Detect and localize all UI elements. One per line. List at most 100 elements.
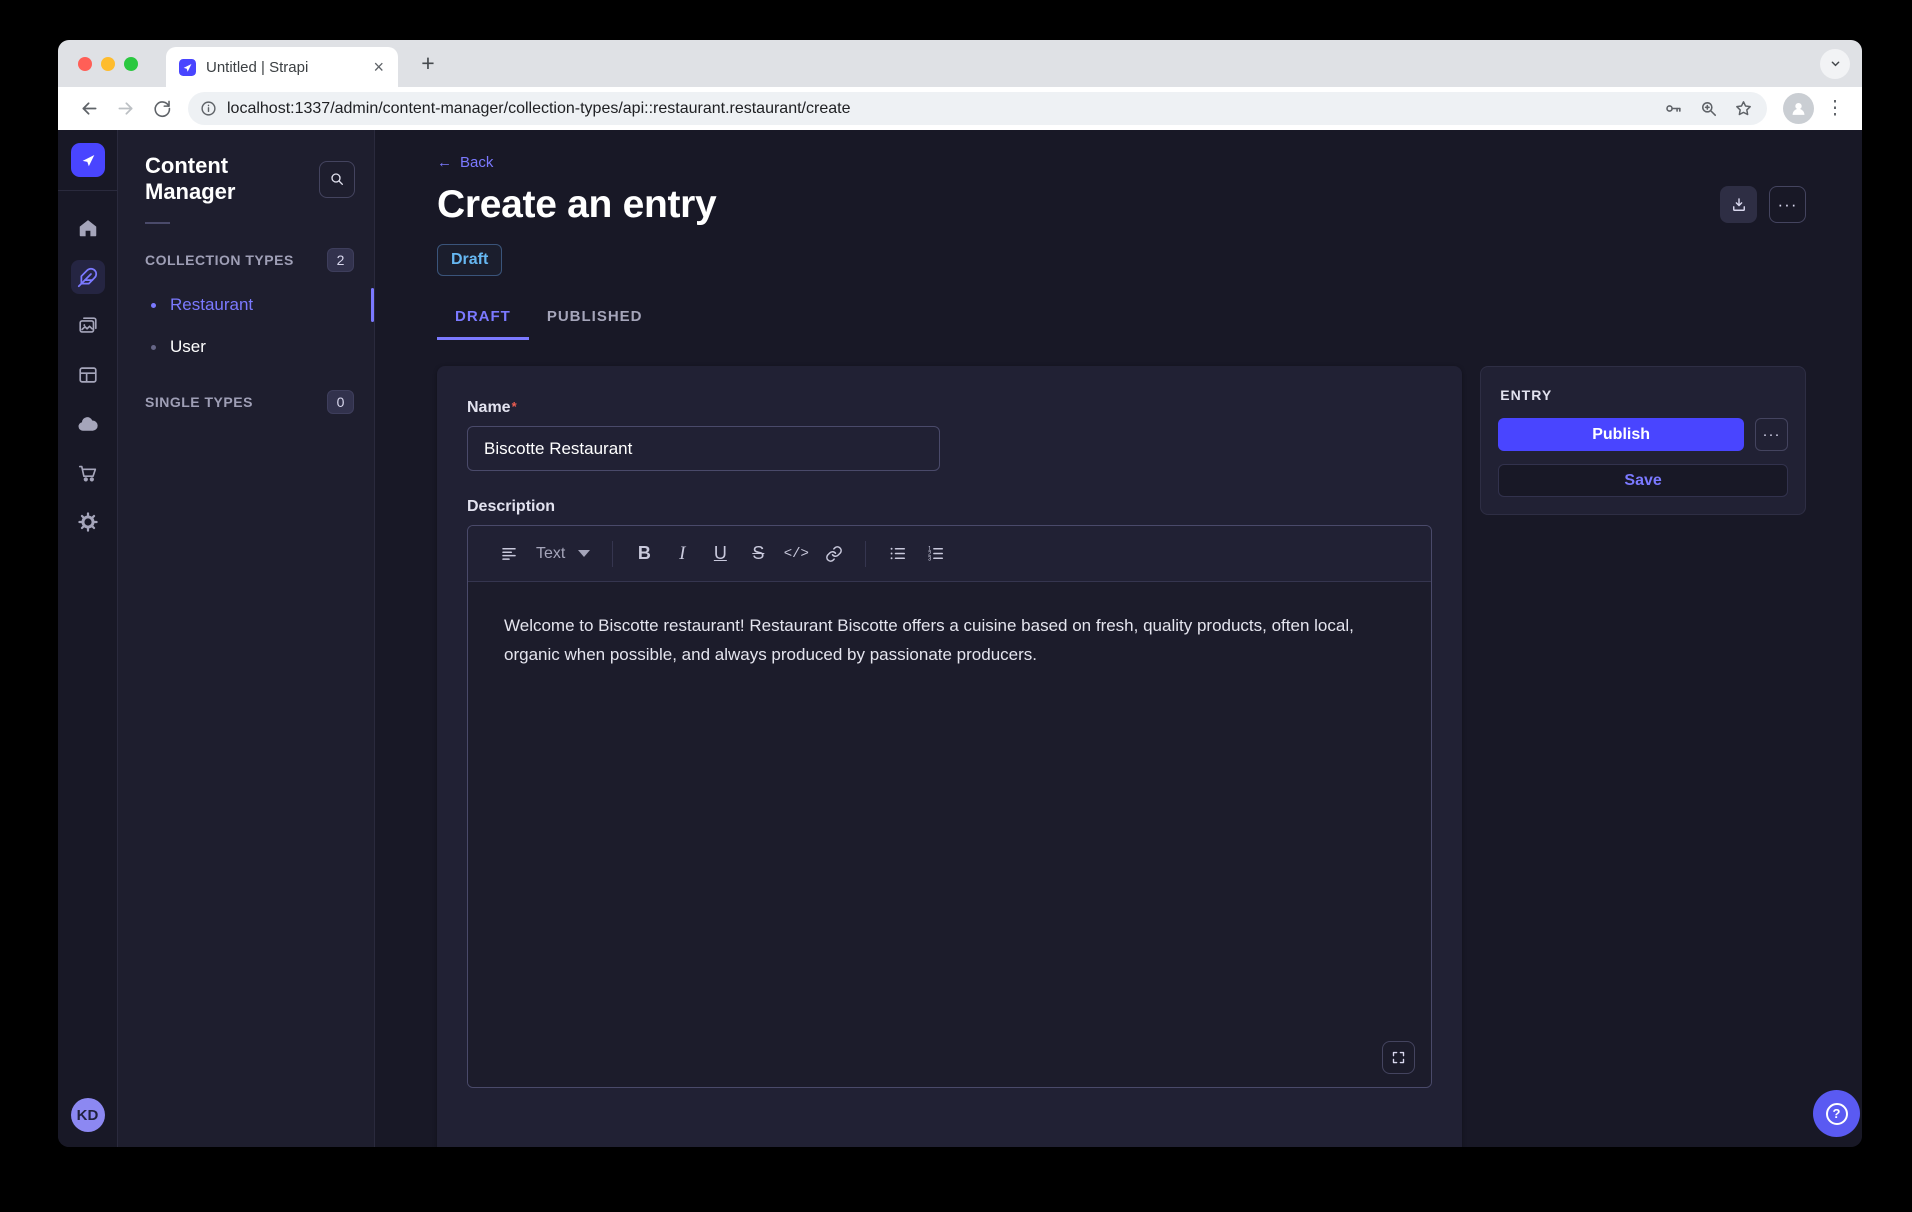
version-tabs: DRAFT PUBLISHED (437, 298, 1806, 340)
minimize-window-button[interactable] (101, 57, 115, 71)
description-editor: Text B I U S </> (467, 525, 1432, 1088)
strikethrough-button[interactable]: S (739, 536, 777, 572)
back-link[interactable]: ← Back (437, 154, 493, 171)
tab-strip: Untitled | Strapi × + (58, 40, 1862, 87)
editor-toolbar: Text B I U S </> (468, 526, 1431, 582)
tab-published[interactable]: PUBLISHED (529, 298, 661, 340)
back-link-label: Back (460, 154, 493, 171)
single-types-count-badge: 0 (327, 390, 354, 414)
description-text[interactable]: Welcome to Biscotte restaurant! Restaura… (504, 611, 1395, 669)
bullet-icon (151, 345, 156, 350)
user-avatar[interactable]: KD (71, 1098, 105, 1132)
toolbar-divider (865, 541, 866, 567)
help-button[interactable]: ? (1813, 1090, 1860, 1137)
tab-draft[interactable]: DRAFT (437, 298, 529, 340)
question-mark-icon: ? (1826, 1103, 1848, 1125)
bold-button[interactable]: B (625, 536, 663, 572)
tab-search-button[interactable] (1820, 49, 1850, 79)
link-button[interactable] (815, 536, 853, 572)
sidebar-item-user[interactable]: User (118, 326, 374, 368)
browser-tab[interactable]: Untitled | Strapi × (166, 47, 398, 87)
paragraph-style-icon[interactable] (490, 536, 528, 572)
home-icon (77, 217, 99, 239)
header-more-button[interactable]: ··· (1769, 186, 1806, 223)
page-title: Create an entry (437, 182, 716, 228)
publish-button[interactable]: Publish (1498, 418, 1744, 451)
text-style-dropdown[interactable]: Text (536, 545, 590, 563)
back-button[interactable] (72, 92, 106, 126)
text-style-value: Text (536, 545, 565, 563)
section-label: SINGLE TYPES (145, 394, 253, 410)
toolbar-divider (612, 541, 613, 567)
fullscreen-expand-icon (1391, 1050, 1406, 1065)
sidebar-item-restaurant[interactable]: Restaurant (118, 284, 374, 326)
subnav-divider (145, 222, 170, 224)
url-text[interactable]: localhost:1337/admin/content-manager/col… (227, 100, 1654, 118)
collection-types-section: COLLECTION TYPES 2 (118, 248, 374, 272)
nav-deploy-button[interactable] (71, 407, 105, 441)
align-left-icon (500, 545, 518, 563)
address-bar[interactable]: localhost:1337/admin/content-manager/col… (188, 92, 1767, 125)
passwords-key-icon[interactable] (1664, 99, 1683, 118)
svg-text:3: 3 (928, 556, 932, 562)
images-icon (77, 315, 99, 337)
strapi-logo[interactable] (71, 143, 105, 177)
single-types-section: SINGLE TYPES 0 (118, 390, 374, 414)
nav-content-manager-button[interactable] (71, 260, 105, 294)
sidebar-item-label: User (170, 337, 206, 357)
editor-content-area[interactable]: Welcome to Biscotte restaurant! Restaura… (468, 582, 1431, 1087)
entry-panel: ENTRY Publish ··· Save (1480, 366, 1806, 515)
browser-window: Untitled | Strapi × + localhost:1337/adm… (58, 40, 1862, 1147)
reload-button[interactable] (144, 92, 178, 126)
name-input[interactable] (467, 426, 940, 471)
sidebar-item-label: Restaurant (170, 295, 253, 315)
bulleted-list-icon (888, 544, 907, 563)
new-tab-button[interactable]: + (412, 48, 444, 80)
description-field-label: Description (467, 498, 1432, 516)
layout-icon (77, 364, 99, 386)
code-button[interactable]: </> (777, 536, 815, 572)
zoom-window-button[interactable] (124, 57, 138, 71)
numbered-list-icon: 123 (926, 544, 945, 563)
bulleted-list-button[interactable] (878, 536, 916, 572)
italic-button[interactable]: I (663, 536, 701, 572)
subnav-search-button[interactable] (319, 161, 355, 198)
desktop: Untitled | Strapi × + localhost:1337/adm… (0, 0, 1912, 1212)
expand-editor-button[interactable] (1382, 1041, 1415, 1074)
nav-content-type-builder-button[interactable] (71, 358, 105, 392)
bullet-icon (151, 303, 156, 308)
name-field-label: Name* (467, 399, 517, 416)
traffic-lights (78, 57, 138, 71)
browser-toolbar: localhost:1337/admin/content-manager/col… (58, 87, 1862, 130)
close-window-button[interactable] (78, 57, 92, 71)
browser-profile-button[interactable] (1783, 93, 1814, 124)
cloud-icon (76, 413, 99, 436)
section-label: COLLECTION TYPES (145, 252, 294, 268)
save-button[interactable]: Save (1498, 464, 1788, 497)
nav-marketplace-button[interactable] (71, 456, 105, 490)
back-arrow-icon: ← (437, 154, 452, 171)
entry-more-button[interactable]: ··· (1755, 418, 1788, 451)
nav-home-button[interactable] (71, 211, 105, 245)
forward-button[interactable] (108, 92, 142, 126)
content-manager-subnav: Content Manager COLLECTION TYPES 2 Resta… (118, 130, 375, 1147)
site-info-icon (200, 100, 217, 117)
gear-icon (77, 511, 99, 533)
export-button[interactable] (1720, 186, 1757, 223)
subnav-title: Content Manager (145, 153, 319, 205)
rail-divider (58, 190, 117, 191)
shopping-cart-icon (77, 462, 99, 484)
numbered-list-button[interactable]: 123 (916, 536, 954, 572)
forward-arrow-icon (115, 98, 136, 119)
nav-settings-button[interactable] (71, 505, 105, 539)
browser-menu-button[interactable]: ⋮ (1822, 97, 1848, 120)
download-icon (1730, 196, 1748, 214)
entry-form-card: Name* Description Text (437, 366, 1462, 1147)
chevron-down-icon (1828, 56, 1843, 71)
zoom-icon[interactable] (1699, 99, 1718, 118)
nav-media-library-button[interactable] (71, 309, 105, 343)
close-tab-icon[interactable]: × (369, 57, 388, 78)
link-icon (825, 545, 843, 563)
underline-button[interactable]: U (701, 536, 739, 572)
bookmark-star-icon[interactable] (1734, 99, 1753, 118)
